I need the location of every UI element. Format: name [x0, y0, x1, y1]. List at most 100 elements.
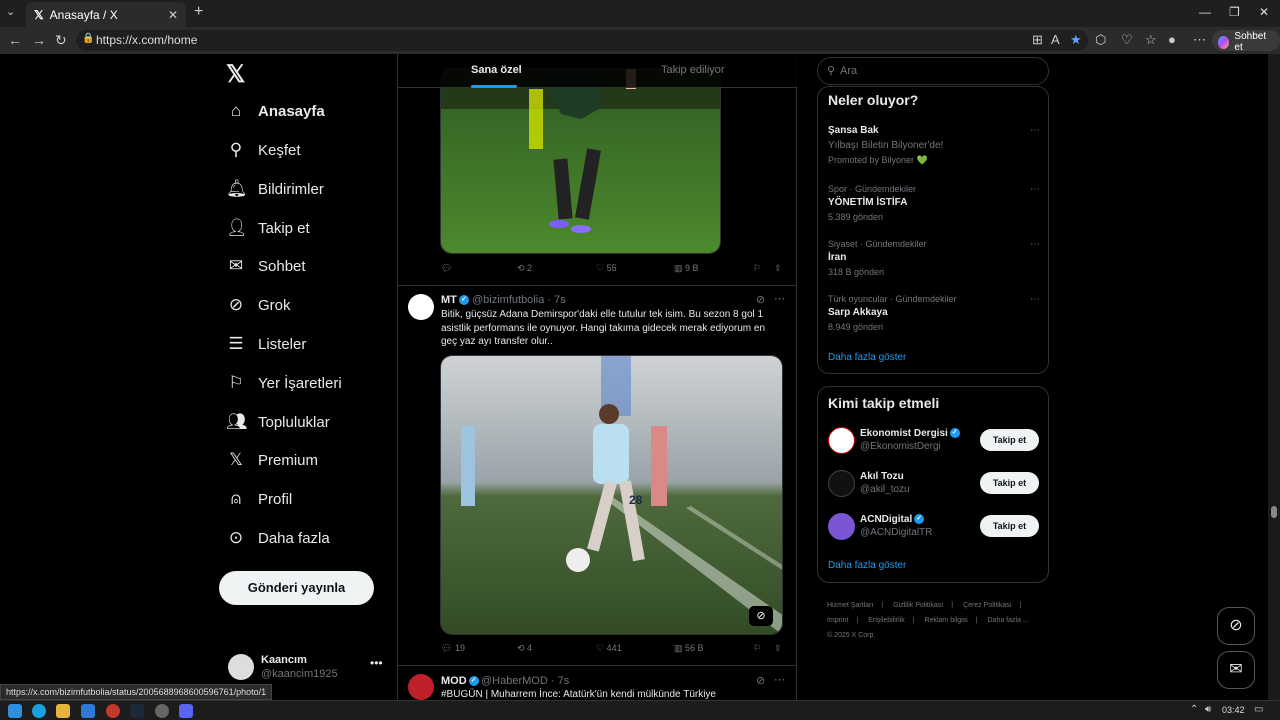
- extensions-icon[interactable]: ⬡: [1095, 32, 1106, 48]
- favorite-star-icon[interactable]: ★: [1070, 32, 1082, 48]
- nav-explore[interactable]: ⚲ Keşfet: [226, 137, 301, 163]
- nav-lists[interactable]: ☰ Listeler: [226, 331, 306, 357]
- profile-avatar-icon[interactable]: ●: [1168, 32, 1176, 47]
- trend-item[interactable]: Türk oyuncular · Gündemdekiler Sarp Akka…: [828, 294, 1040, 332]
- trend-item[interactable]: Spor · Gündemdekiler YÖNETİM İSTİFA 5.38…: [828, 184, 1040, 222]
- nav-home[interactable]: ⌂ Anasayfa: [226, 98, 325, 124]
- footer-link[interactable]: Hizmet Şartları: [827, 602, 873, 609]
- discord-icon[interactable]: [179, 704, 193, 718]
- tab-following[interactable]: Takip ediliyor: [661, 64, 725, 76]
- account-switcher[interactable]: Kaancım @kaancim1925 •••: [228, 652, 388, 684]
- messages-fab-icon[interactable]: ✉: [1217, 651, 1255, 689]
- refresh-icon[interactable]: ↻: [55, 32, 67, 49]
- x-logo-icon[interactable]: 𝕏: [226, 60, 245, 89]
- grok-fab-icon[interactable]: ⊘: [1217, 607, 1255, 645]
- suggested-user[interactable]: Akıl Tozu @akil_tozu Takip et: [828, 470, 1040, 500]
- tab-list-icon[interactable]: ⌄: [6, 5, 15, 18]
- footer-link[interactable]: Gizlilik Politikası: [893, 602, 943, 609]
- mail-app-icon[interactable]: [81, 704, 95, 718]
- back-icon[interactable]: ←: [8, 32, 22, 48]
- clock[interactable]: 03:42: [1222, 705, 1245, 715]
- notifications-icon[interactable]: ▭: [1254, 704, 1263, 715]
- footer-link[interactable]: Imprint: [827, 617, 848, 624]
- tray-chevron-icon[interactable]: ⌃: [1190, 704, 1198, 715]
- minimize-icon[interactable]: —: [1199, 5, 1211, 19]
- nav-premium[interactable]: 𝕏 Premium: [226, 447, 318, 473]
- avatar[interactable]: [408, 294, 434, 320]
- nav-grok[interactable]: ⊘ Grok: [226, 292, 291, 318]
- scrollbar[interactable]: [1268, 54, 1280, 700]
- more-dots-icon[interactable]: ⋯: [1030, 294, 1040, 305]
- more-dots-icon[interactable]: ⋯: [1030, 125, 1040, 136]
- suggested-user[interactable]: Ekonomist Dergisi ✓ @EkonomistDergi Takip…: [828, 427, 1040, 457]
- more-dots-icon[interactable]: ⋯: [774, 673, 785, 686]
- start-icon[interactable]: [8, 704, 22, 718]
- tweet-time[interactable]: · 7s: [547, 294, 565, 306]
- bookmark-icon[interactable]: ⚐: [753, 643, 761, 654]
- tweet-image[interactable]: 28 ⊘: [440, 355, 783, 635]
- url-field[interactable]: 🔒 https://x.com/home: [76, 30, 1088, 51]
- nav-profile[interactable]: ⍝ Profil: [226, 486, 292, 512]
- suggested-user[interactable]: ACNDigital ✓ @ACNDigitalTR Takip et: [828, 513, 1040, 543]
- file-explorer-icon[interactable]: [56, 704, 70, 718]
- repost-button[interactable]: ⟲ 4: [517, 643, 532, 654]
- close-tab-icon[interactable]: ✕: [168, 8, 178, 22]
- bookmark-icon[interactable]: ⚐: [753, 263, 761, 274]
- footer-link[interactable]: Çerez Politikası: [963, 602, 1012, 609]
- views-button[interactable]: ▥ 9 B: [674, 263, 699, 274]
- reply-icon[interactable]: 💬︎: [441, 263, 452, 274]
- new-tab-icon[interactable]: +: [194, 3, 203, 21]
- nav-follow[interactable]: 👤︎ Takip et: [226, 215, 310, 241]
- app-icon[interactable]: [155, 704, 169, 718]
- forward-icon[interactable]: →: [32, 32, 46, 48]
- browser-tab[interactable]: 𝕏 Anasayfa / X ✕: [26, 2, 186, 27]
- views-button[interactable]: ▥ 56 B: [674, 643, 704, 654]
- show-more-link[interactable]: Daha fazla göster: [828, 560, 906, 571]
- volume-icon[interactable]: 🔊︎: [1205, 704, 1211, 715]
- copilot-chat-button[interactable]: Sohbet et: [1212, 30, 1280, 53]
- reply-button[interactable]: 💬︎ 19: [441, 643, 465, 654]
- grok-icon[interactable]: ⊘: [756, 674, 765, 687]
- more-dots-icon[interactable]: •••: [370, 656, 383, 670]
- repost-button[interactable]: ⟲ 2: [517, 263, 532, 274]
- nav-more[interactable]: ⊙ Daha fazla: [226, 525, 330, 551]
- nav-messages[interactable]: ✉ Sohbet: [226, 253, 306, 279]
- like-button[interactable]: ♡ 55: [596, 263, 617, 274]
- tweet-author[interactable]: MOD ✓: [441, 675, 479, 687]
- app-available-icon[interactable]: ⊞: [1032, 32, 1043, 48]
- footer-link[interactable]: Erişilebilirlik: [868, 617, 905, 624]
- tweet-image[interactable]: [440, 68, 721, 254]
- tweet-time[interactable]: · 7s: [551, 675, 569, 687]
- nav-notifications[interactable]: 🔔︎ Bildirimler: [226, 176, 324, 202]
- follow-button[interactable]: Takip et: [980, 515, 1039, 537]
- share-icon[interactable]: ⇪: [774, 643, 782, 654]
- share-icon[interactable]: ⇪: [774, 263, 782, 274]
- browser-essentials-icon[interactable]: ♡: [1121, 32, 1133, 48]
- read-aloud-icon[interactable]: A: [1051, 32, 1060, 47]
- opera-icon[interactable]: [106, 704, 120, 718]
- grok-image-icon[interactable]: ⊘: [749, 606, 773, 626]
- scrollbar-thumb[interactable]: [1271, 506, 1277, 518]
- follow-button[interactable]: Takip et: [980, 472, 1039, 494]
- grok-icon[interactable]: ⊘: [756, 293, 765, 306]
- nav-communities[interactable]: 👥︎ Topluluklar: [226, 409, 330, 435]
- avatar[interactable]: [408, 674, 434, 700]
- author-handle[interactable]: @HaberMOD: [481, 675, 548, 687]
- post-button[interactable]: Gönderi yayınla: [219, 571, 374, 605]
- search-input[interactable]: ⚲ Ara: [817, 57, 1049, 85]
- tweet-author[interactable]: MT ✓: [441, 294, 469, 306]
- trend-item[interactable]: Siyaset · Gündemdekiler İran 318 B gönde…: [828, 239, 1040, 277]
- close-window-icon[interactable]: ✕: [1259, 5, 1269, 19]
- settings-menu-icon[interactable]: ⋯: [1193, 32, 1206, 48]
- show-more-link[interactable]: Daha fazla göster: [828, 352, 906, 363]
- favorites-icon[interactable]: ☆: [1145, 32, 1157, 48]
- more-dots-icon[interactable]: ⋯: [774, 292, 785, 305]
- author-handle[interactable]: @bizimfutbolia: [472, 294, 544, 306]
- steam-icon[interactable]: [130, 704, 144, 718]
- like-button[interactable]: ♡ 441: [596, 643, 622, 654]
- trend-item[interactable]: Şansa Bak Yılbaşı Biletin Bilyoner'de! P…: [828, 125, 1040, 166]
- footer-link[interactable]: Daha fazla ...: [988, 617, 1029, 624]
- more-dots-icon[interactable]: ⋯: [1030, 239, 1040, 250]
- more-dots-icon[interactable]: ⋯: [1030, 184, 1040, 195]
- nav-bookmarks[interactable]: ⚐ Yer İşaretleri: [226, 370, 341, 396]
